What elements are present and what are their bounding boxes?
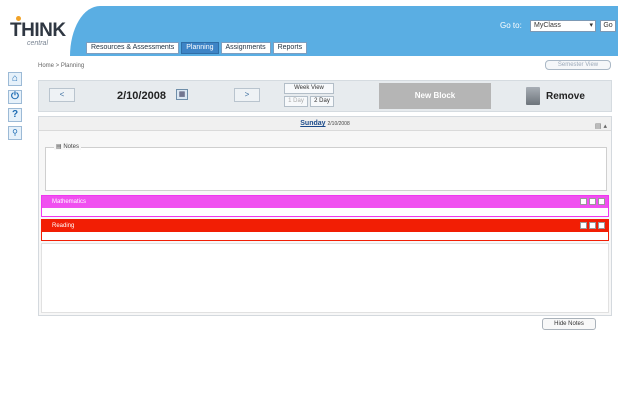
goto-label: Go to: <box>500 21 522 30</box>
day-date: 2/10/2008 <box>327 121 350 127</box>
day-empty-area[interactable] <box>41 243 609 313</box>
day-panel: Sunday 2/10/2008 ▤ ▴ ▤ Notes Mathematics… <box>38 116 612 316</box>
day-header: Sunday 2/10/2008 ▤ ▴ <box>39 117 611 131</box>
block-reading-body <box>42 232 608 240</box>
help-icon[interactable]: ? <box>8 108 22 122</box>
new-block-button[interactable]: New Block <box>379 83 491 109</box>
copy-icon[interactable] <box>589 198 596 205</box>
block-reading-title: Reading <box>42 220 608 232</box>
trash-icon <box>526 87 540 105</box>
edit-icon[interactable] <box>580 198 587 205</box>
block-reading-controls <box>580 222 605 229</box>
block-reading[interactable]: Reading <box>41 219 609 241</box>
day-collapse-icon[interactable]: ▤ ▴ <box>595 120 607 134</box>
notes-label: ▤ Notes <box>54 143 82 150</box>
delete-icon[interactable] <box>598 222 605 229</box>
hide-notes-button[interactable]: Hide Notes <box>542 318 596 330</box>
planning-toolbar: < 2/10/2008 ▦ > Week View 1 Day 2 Day Ne… <box>38 80 612 112</box>
current-date: 2/10/2008 <box>117 90 166 102</box>
goto-selected-value: MyClass <box>534 22 561 29</box>
block-reading-label: Reading <box>52 223 75 229</box>
logo-subtext: central <box>27 40 49 47</box>
home-icon[interactable]: ⌂ <box>8 72 22 86</box>
block-mathematics-body <box>42 208 608 216</box>
remove-button[interactable]: Remove <box>526 85 585 107</box>
remove-label: Remove <box>546 90 585 102</box>
tab-reports[interactable]: Reports <box>272 42 308 54</box>
semester-view-button[interactable]: Semester View <box>545 60 611 70</box>
view-selector: Week View 1 Day 2 Day <box>284 83 334 107</box>
main-tabs: Resources & Assessments Planning Assignm… <box>86 42 308 56</box>
breadcrumb[interactable]: Home > Planning <box>38 63 84 69</box>
tab-planning[interactable]: Planning <box>181 42 219 54</box>
week-view-button[interactable]: Week View <box>284 83 334 94</box>
edit-icon[interactable] <box>580 222 587 229</box>
think-central-logo[interactable]: THINK central <box>6 10 70 50</box>
header: THINK central Go to: MyClass ▾ Go Resour… <box>0 0 618 62</box>
tab-resources-assessments[interactable]: Resources & Assessments <box>86 42 180 54</box>
logo-text: THINK <box>10 20 66 41</box>
previous-day-button[interactable]: < <box>49 88 75 102</box>
go-button[interactable]: Go <box>600 20 616 32</box>
block-mathematics[interactable]: Mathematics <box>41 195 609 217</box>
search-icon[interactable]: ⚲ <box>8 126 22 140</box>
one-day-button[interactable]: 1 Day <box>284 96 308 107</box>
block-mathematics-label: Mathematics <box>52 199 87 205</box>
next-day-button[interactable]: > <box>234 88 260 102</box>
chevron-down-icon: ▾ <box>589 22 593 29</box>
power-icon[interactable]: ⏻ <box>8 90 22 104</box>
delete-icon[interactable] <box>598 198 605 205</box>
copy-icon[interactable] <box>589 222 596 229</box>
calendar-icon[interactable]: ▦ <box>176 89 188 100</box>
two-day-button[interactable]: 2 Day <box>310 96 334 107</box>
block-mathematics-controls <box>580 198 605 205</box>
goto-select[interactable]: MyClass ▾ <box>530 20 596 32</box>
tab-assignments[interactable]: Assignments <box>220 42 271 54</box>
day-name[interactable]: Sunday <box>300 120 325 127</box>
side-toolbar: ⌂ ⏻ ? ⚲ <box>8 72 24 144</box>
block-mathematics-title: Mathematics <box>42 196 608 208</box>
notes-box[interactable]: ▤ Notes <box>45 143 607 191</box>
